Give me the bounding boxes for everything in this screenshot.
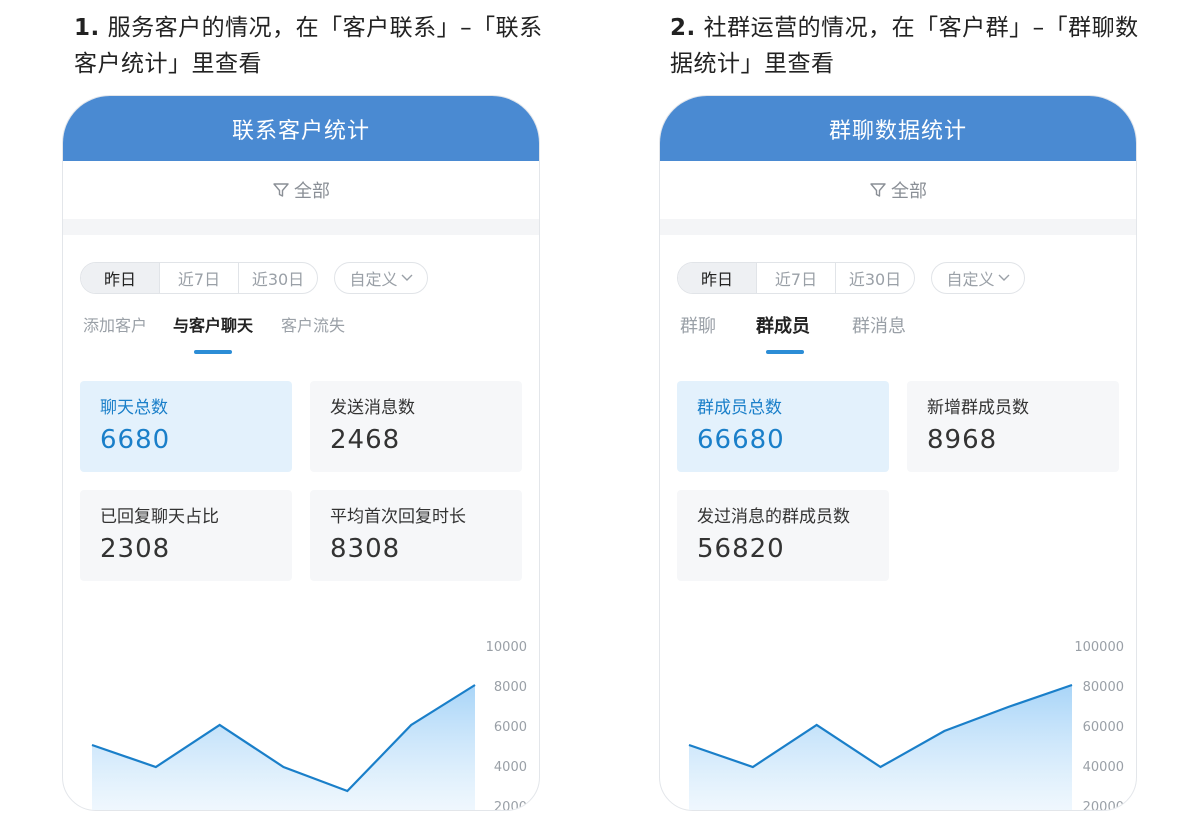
caption-1: 1. 服务客户的情况，在「客户联系」–「联系客户统计」里查看 <box>74 10 544 82</box>
caption-text: 服务客户的情况，在「客户联系」–「联系客户统计」里查看 <box>74 15 543 77</box>
stat-value: 6680 <box>100 425 171 455</box>
caption-2: 2. 社群运营的情况，在「客户群」–「群聊数据统计」里查看 <box>670 10 1140 82</box>
filter-icon <box>273 183 289 197</box>
stat-label: 新增群成员数 <box>927 398 1029 418</box>
caption-text: 社群运营的情况，在「客户群」–「群聊数据统计」里查看 <box>670 15 1139 77</box>
stat-card[interactable]: 发过消息的群成员数 56820 <box>677 490 889 581</box>
tab-bar: 群聊 群成员 群消息 <box>660 306 1136 356</box>
segment-yesterday[interactable]: 昨日 <box>678 263 756 293</box>
tab-bar: 添加客户 与客户聊天 客户流失 <box>63 306 539 356</box>
tab-group-chat[interactable]: 群聊 <box>680 312 716 338</box>
stat-value: 56820 <box>697 534 785 564</box>
chart-svg <box>91 684 476 810</box>
divider <box>63 219 539 235</box>
y-tick-label: 40000 <box>1082 760 1124 775</box>
stat-value: 8968 <box>927 425 998 455</box>
y-tick-label: 100000 <box>1074 640 1124 655</box>
caption-number: 1. <box>74 15 100 41</box>
y-tick-label: 8000 <box>493 680 527 695</box>
filter-button[interactable]: 全部 <box>660 161 1136 219</box>
tab-group-members[interactable]: 群成员 <box>756 312 810 338</box>
custom-range-label: 自定义 <box>349 270 398 289</box>
stat-label: 发送消息数 <box>330 398 415 418</box>
stat-value: 2468 <box>330 425 401 455</box>
filter-label: 全部 <box>294 181 330 202</box>
active-tab-indicator <box>766 350 804 354</box>
stat-card[interactable]: 已回复聊天占比 2308 <box>80 490 292 581</box>
series-area <box>92 685 475 810</box>
segment-7-days[interactable]: 近7日 <box>756 263 835 293</box>
phone-screen-contact-stats: 联系客户统计 全部 昨日 近7日 近30日 自定义 添加客户 与客户聊天 客户流… <box>62 95 540 811</box>
filter-button[interactable]: 全部 <box>63 161 539 219</box>
tab-group-messages[interactable]: 群消息 <box>852 312 906 338</box>
tab-chat-with-customer[interactable]: 与客户聊天 <box>173 312 253 336</box>
page-title: 联系客户统计 <box>63 96 539 161</box>
custom-range-dropdown[interactable]: 自定义 <box>334 262 428 294</box>
stat-label: 平均首次回复时长 <box>330 507 466 527</box>
trend-chart: 10000 8000 6000 4000 2000 <box>63 631 539 811</box>
segment-30-days[interactable]: 近30日 <box>238 263 317 293</box>
stat-card[interactable]: 新增群成员数 8968 <box>907 381 1119 472</box>
custom-range-dropdown[interactable]: 自定义 <box>931 262 1025 294</box>
y-tick-label: 80000 <box>1082 680 1124 695</box>
custom-range-label: 自定义 <box>946 270 995 289</box>
stat-card[interactable]: 群成员总数 66680 <box>677 381 889 472</box>
page-title: 群聊数据统计 <box>660 96 1136 161</box>
y-tick-label: 60000 <box>1082 720 1124 735</box>
trend-chart: 100000 80000 60000 40000 20000 <box>660 631 1136 811</box>
stat-value: 2308 <box>100 534 171 564</box>
stat-label: 发过消息的群成员数 <box>697 507 850 527</box>
chevron-down-icon <box>401 274 412 281</box>
y-tick-label: 6000 <box>493 720 527 735</box>
date-range-selector: 昨日 近7日 近30日 自定义 <box>80 262 428 294</box>
stat-label: 聊天总数 <box>100 398 168 418</box>
stat-label: 已回复聊天占比 <box>100 507 219 527</box>
stat-card[interactable]: 聊天总数 6680 <box>80 381 292 472</box>
stat-card[interactable]: 发送消息数 2468 <box>310 381 522 472</box>
date-range-selector: 昨日 近7日 近30日 自定义 <box>677 262 1025 294</box>
tab-add-customer[interactable]: 添加客户 <box>83 312 147 336</box>
chevron-down-icon <box>998 274 1009 281</box>
stat-card[interactable]: 平均首次回复时长 8308 <box>310 490 522 581</box>
y-tick-label: 2000 <box>493 800 527 811</box>
active-tab-indicator <box>194 350 232 354</box>
date-segment-control: 昨日 近7日 近30日 <box>80 262 318 294</box>
stat-value: 8308 <box>330 534 401 564</box>
y-tick-label: 20000 <box>1082 800 1124 811</box>
segment-30-days[interactable]: 近30日 <box>835 263 914 293</box>
stat-label: 群成员总数 <box>697 398 782 418</box>
stat-value: 66680 <box>697 425 785 455</box>
segment-yesterday[interactable]: 昨日 <box>81 263 159 293</box>
y-tick-label: 10000 <box>485 640 527 655</box>
date-segment-control: 昨日 近7日 近30日 <box>677 262 915 294</box>
chart-svg <box>688 683 1073 810</box>
caption-number: 2. <box>670 15 696 41</box>
divider <box>660 219 1136 235</box>
tab-customer-churn[interactable]: 客户流失 <box>281 312 345 336</box>
filter-label: 全部 <box>891 181 927 202</box>
segment-7-days[interactable]: 近7日 <box>159 263 238 293</box>
phone-screen-group-stats: 群聊数据统计 全部 昨日 近7日 近30日 自定义 群聊 群成员 群消息 群成员… <box>659 95 1137 811</box>
filter-icon <box>870 183 886 197</box>
y-tick-label: 4000 <box>493 760 527 775</box>
